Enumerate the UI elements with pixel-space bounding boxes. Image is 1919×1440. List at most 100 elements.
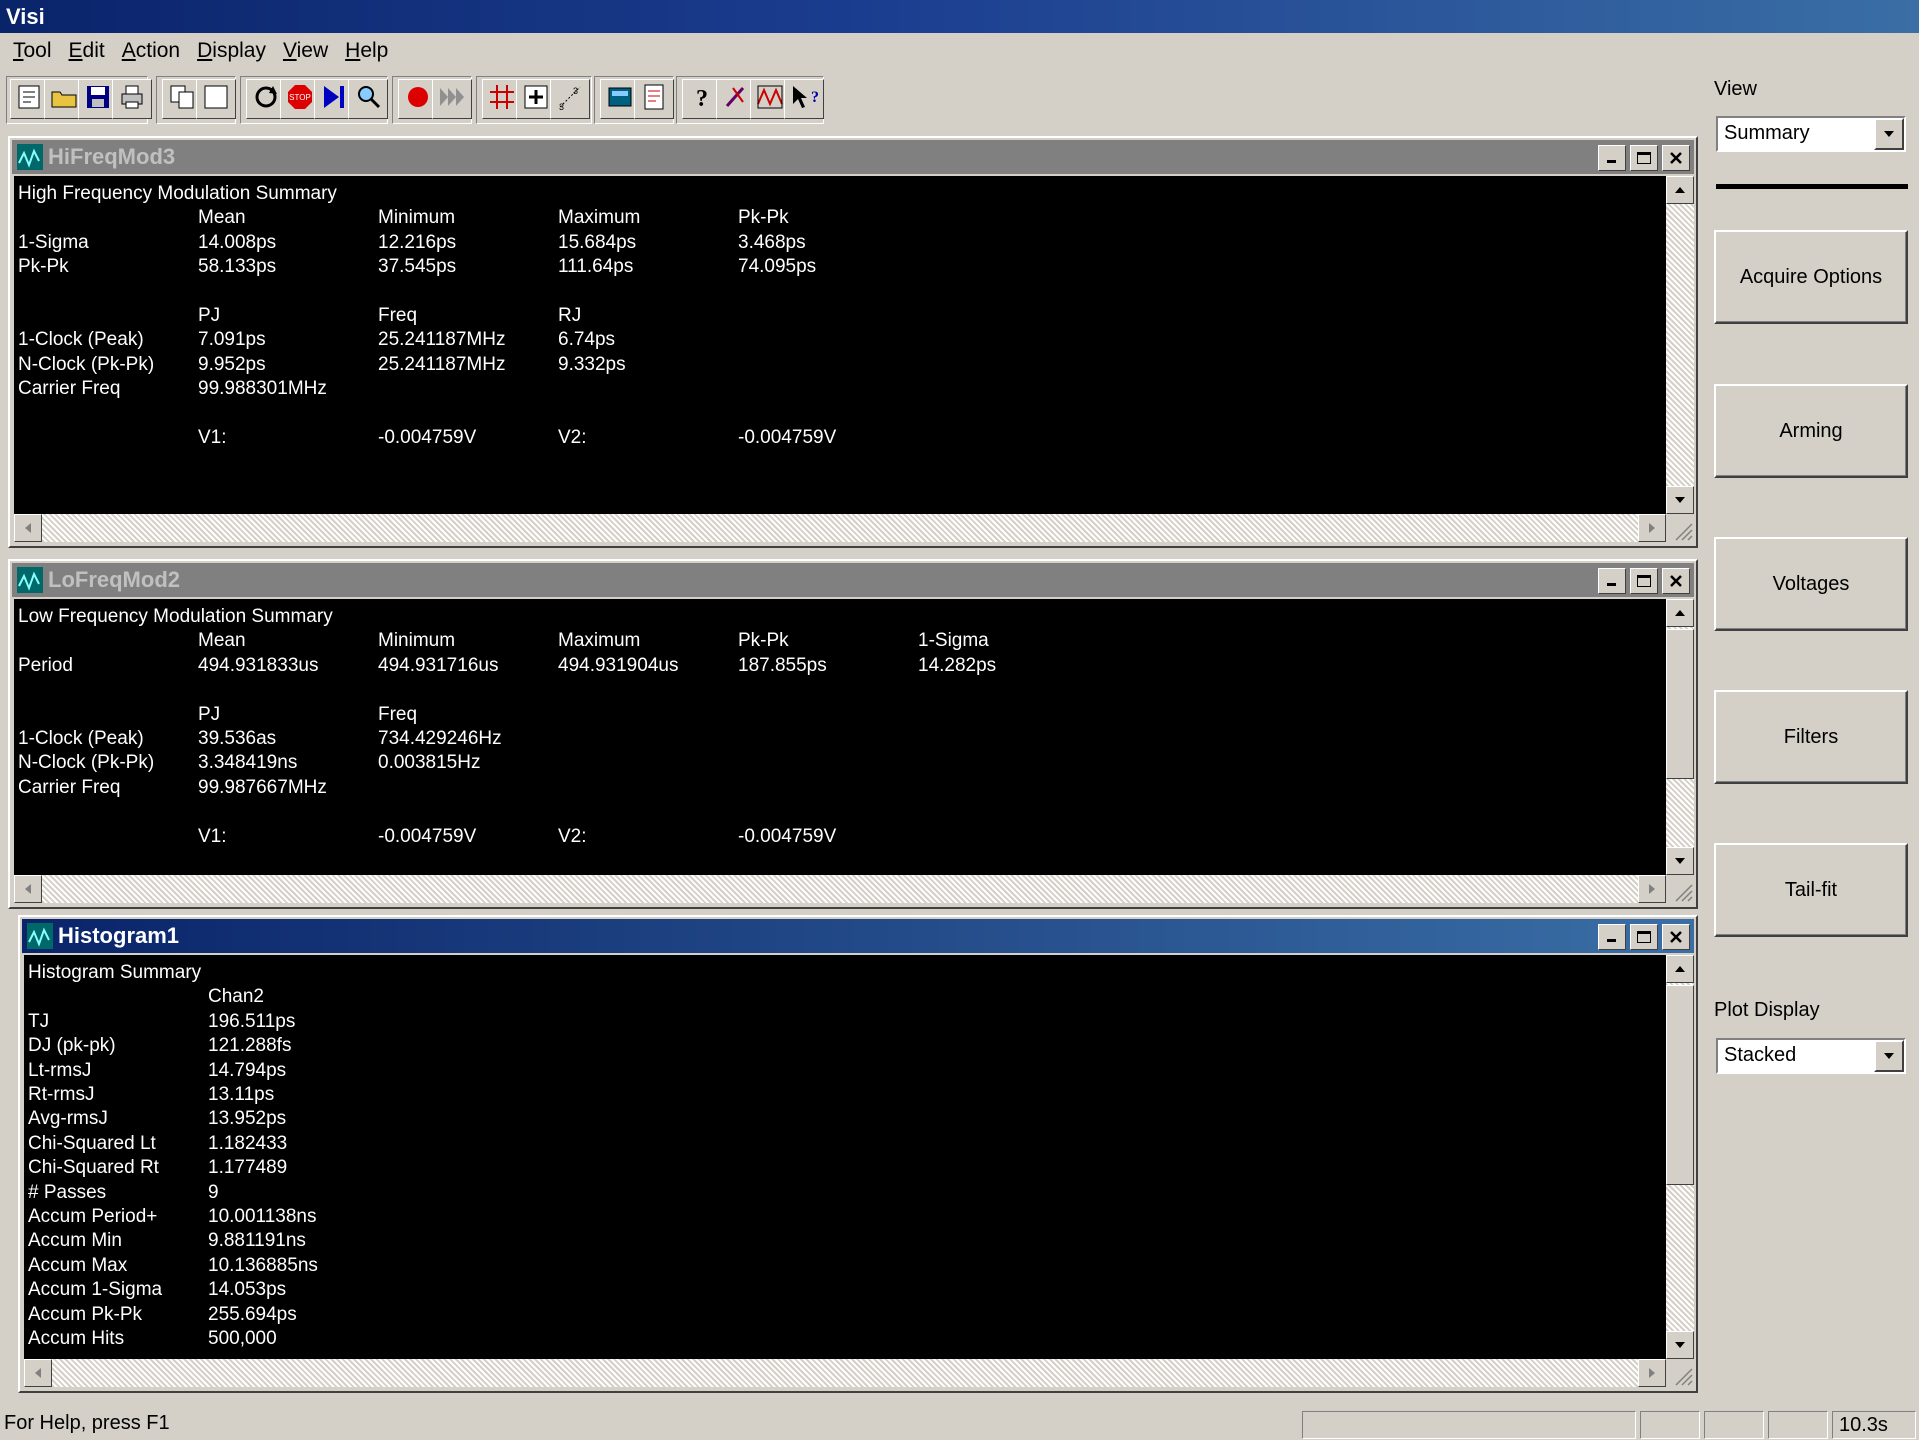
report-icon — [639, 82, 669, 117]
menu-item-display[interactable]: Display — [190, 39, 276, 63]
new-tool-icon — [15, 82, 45, 117]
histogram-window[interactable]: Histogram1 Histogram Summary Chan2 TJ 196.51… — [18, 915, 1698, 1393]
fast-forward-button[interactable] — [432, 79, 472, 119]
summary-content: Histogram Summary Chan2 TJ 196.511ps DJ (pk-… — [24, 955, 1666, 1359]
chart-app-icon[interactable] — [26, 922, 54, 950]
app-title: Visi — [6, 4, 45, 29]
close-button[interactable] — [1662, 924, 1690, 950]
horizontal-scrollbar[interactable] — [14, 514, 1666, 542]
hifreq-window[interactable]: HiFreqMod3 High Frequency Modulation Summ… — [8, 136, 1698, 548]
blank-button[interactable] — [196, 79, 236, 119]
close-button[interactable] — [1662, 568, 1690, 594]
window-title-bar[interactable]: HiFreqMod3 — [12, 140, 1694, 174]
chevron-down-icon[interactable] — [1874, 1040, 1904, 1072]
maximize-button[interactable] — [1630, 568, 1658, 594]
summary-cell: -0.004759V — [378, 825, 477, 847]
summary-cell: 14.008ps — [198, 231, 277, 253]
horizontal-scrollbar[interactable] — [14, 875, 1666, 903]
report-button[interactable] — [634, 79, 674, 119]
minimize-button[interactable] — [1598, 924, 1626, 950]
summary-cell: -0.004759V — [378, 427, 477, 448]
chevron-down-icon[interactable] — [1874, 118, 1904, 150]
menu-item-action[interactable]: Action — [115, 39, 190, 63]
menu-bar: Tool Edit Action Display View Help — [0, 34, 1710, 68]
summary-content: Low Frequency Modulation Summary Mean Mini… — [14, 599, 1666, 875]
summary-cell: Rt-rmsJ — [28, 1084, 95, 1105]
vertical-scrollbar[interactable] — [1666, 176, 1694, 514]
chart-app-icon[interactable] — [16, 143, 44, 171]
summary-cell: Chan2 — [208, 986, 264, 1008]
minimize-button[interactable] — [1598, 145, 1626, 171]
summary-cell: Chi-Squared Rt — [28, 1157, 159, 1179]
menu-item-tool[interactable]: Tool — [6, 39, 62, 63]
scroll-up-button[interactable] — [1666, 955, 1694, 983]
scroll-left-button[interactable] — [14, 875, 42, 903]
zoom-button[interactable] — [348, 79, 388, 119]
scroll-left-button[interactable] — [14, 514, 42, 542]
summary-cell: Accum Period+ — [28, 1206, 158, 1227]
scroll-down-button[interactable] — [1666, 847, 1694, 875]
maximize-button[interactable] — [1630, 924, 1658, 950]
window-title-bar[interactable]: LoFreqMod2 — [12, 563, 1694, 597]
scroll-left-button[interactable] — [24, 1359, 52, 1387]
summary-cell: Pk-Pk — [738, 207, 789, 229]
scroll-thumb[interactable] — [1666, 985, 1694, 1185]
summary-cell: 12.216ps — [378, 231, 457, 253]
maximize-button[interactable] — [1630, 145, 1658, 171]
scroll-thumb[interactable] — [1666, 629, 1694, 779]
stop-icon: STOP — [285, 82, 315, 117]
voltages-button[interactable]: Voltages — [1714, 537, 1908, 631]
app-title-bar: Visi — [0, 0, 1919, 33]
summary-cell: 9.881191ns — [208, 1230, 306, 1252]
window-title-bar[interactable]: Histogram1 — [22, 919, 1694, 953]
scroll-up-button[interactable] — [1666, 599, 1694, 627]
vertical-scrollbar[interactable] — [1666, 599, 1694, 875]
menu-item-edit[interactable]: Edit — [62, 39, 115, 63]
svg-text:3: 3 — [573, 86, 578, 96]
resize-grip-icon[interactable] — [1666, 875, 1694, 903]
scroll-right-button[interactable] — [1638, 875, 1666, 903]
status-pane — [1704, 1411, 1764, 1439]
summary-cell: -0.004759V — [738, 427, 837, 448]
scroll-down-button[interactable] — [1666, 1331, 1694, 1359]
menu-accelerator: E — [68, 39, 83, 62]
summary-cell: 500,000 — [208, 1328, 277, 1349]
arrow-down-icon — [1675, 497, 1685, 503]
scroll-right-button[interactable] — [1638, 514, 1666, 542]
context-help-button[interactable]: ? — [784, 79, 824, 119]
menu-item-help[interactable]: Help — [338, 39, 398, 63]
chart-app-icon[interactable] — [16, 566, 44, 594]
arrow-down-icon — [1675, 1342, 1685, 1348]
plot-display-select[interactable]: Stacked — [1716, 1038, 1906, 1074]
tail-fit-button[interactable]: Tail-fit — [1714, 843, 1908, 937]
horizontal-scrollbar[interactable] — [24, 1359, 1666, 1387]
lofreq-window[interactable]: LoFreqMod2 Low Frequency Modulation Summa… — [8, 559, 1698, 909]
print-button[interactable] — [112, 79, 152, 119]
maximize-icon — [1637, 575, 1651, 587]
arming-button[interactable]: Arming — [1714, 384, 1908, 478]
view-select[interactable]: Summary — [1716, 116, 1906, 152]
zoom-icon — [353, 82, 383, 117]
minimize-button[interactable] — [1598, 568, 1626, 594]
menu-accelerator: D — [197, 39, 213, 62]
close-icon — [1670, 931, 1682, 943]
help-icon: ? — [687, 82, 717, 117]
filters-button[interactable]: Filters — [1714, 690, 1908, 784]
scroll-up-button[interactable] — [1666, 176, 1694, 204]
grid-icon — [487, 82, 517, 117]
acquire-options-button[interactable]: Acquire Options — [1714, 230, 1908, 324]
arrow-left-icon — [35, 1368, 41, 1378]
summary-cell: Accum 1-Sigma — [28, 1279, 163, 1301]
summary-cell: 494.931833us — [198, 654, 319, 676]
scroll-down-button[interactable] — [1666, 486, 1694, 514]
resize-grip-icon[interactable] — [1666, 514, 1694, 542]
status-pane — [1302, 1411, 1636, 1439]
close-button[interactable] — [1662, 145, 1690, 171]
menu-item-view[interactable]: View — [276, 39, 338, 63]
resize-grip-icon[interactable] — [1666, 1359, 1694, 1387]
summary-cell: 1-Clock (Peak) — [18, 329, 144, 351]
scale-button[interactable]: 33 — [550, 79, 590, 119]
summary-cell: 99.988301MHz — [198, 378, 327, 400]
scroll-right-button[interactable] — [1638, 1359, 1666, 1387]
vertical-scrollbar[interactable] — [1666, 955, 1694, 1359]
